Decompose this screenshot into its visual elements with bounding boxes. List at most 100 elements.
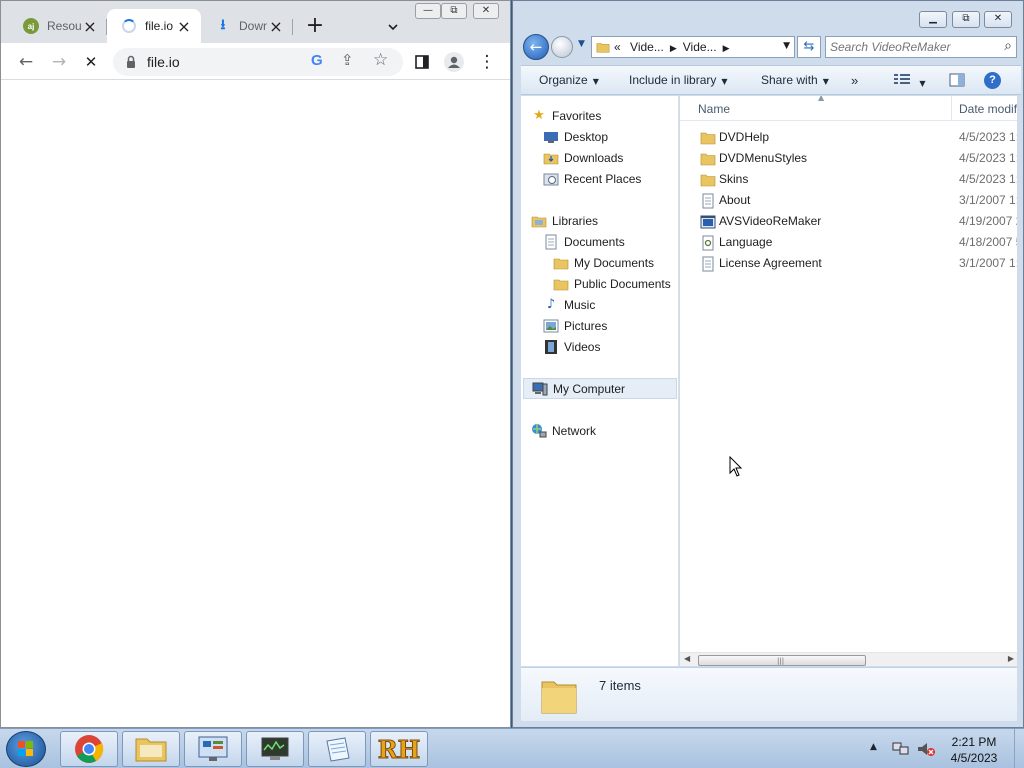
system-clock[interactable]: 2:21 PM 4/5/2023 (942, 734, 1006, 766)
search-icon[interactable]: ⌕ (1004, 38, 1012, 54)
close-tab-icon[interactable]: × (81, 17, 99, 36)
address-row: ← ▼ « Vide... ▶ Vide... ▶ ▼ ⇆ ⌕ (521, 33, 1021, 61)
forward-arrow-icon[interactable] (551, 36, 573, 58)
tab-title: Resou (47, 19, 81, 33)
back-arrow-icon[interactable]: ← (523, 34, 549, 60)
refresh-icon[interactable]: ⇆ (797, 36, 821, 58)
show-desktop-button[interactable] (1014, 729, 1024, 768)
folder-icon (541, 681, 577, 714)
nav-recent-places[interactable]: Recent Places (543, 168, 641, 189)
volume-muted-icon[interactable] (916, 740, 936, 758)
list-item[interactable]: Skins 4/5/2023 1: (680, 169, 1017, 190)
chevron-down-icon[interactable]: ▼ (783, 41, 790, 51)
taskbar-file-explorer[interactable] (122, 731, 180, 767)
network-icon (531, 423, 547, 439)
profile-avatar[interactable] (441, 49, 467, 75)
breadcrumb-overflow[interactable]: « (614, 40, 621, 54)
search-input[interactable] (830, 39, 990, 55)
close-tab-icon[interactable]: × (267, 17, 285, 36)
google-icon[interactable]: G (311, 52, 323, 69)
list-item[interactable]: DVDMenuStyles 4/5/2023 1: (680, 148, 1017, 169)
nav-music[interactable]: ♪ Music (543, 294, 596, 315)
list-item[interactable]: DVDHelp 4/5/2023 1: (680, 127, 1017, 148)
chevron-right-icon[interactable]: ▶ (723, 44, 730, 54)
address-bar[interactable]: file.io G ⇪ ☆ (113, 48, 403, 76)
restore-button[interactable]: ⧉ (952, 11, 980, 28)
taskbar-rh-app[interactable]: RH (370, 731, 428, 767)
bookmark-star-icon[interactable]: ☆ (373, 50, 388, 70)
tab-file-io[interactable]: file.io × (107, 9, 201, 43)
nav-desktop[interactable]: Desktop (543, 126, 608, 147)
list-item[interactable]: About 3/1/2007 1: (680, 190, 1017, 211)
folder-icon (553, 255, 569, 271)
list-item[interactable]: AVSVideoReMaker 4/19/2007 2 (680, 211, 1017, 232)
notepad-icon (326, 737, 350, 762)
date-modified-column-header[interactable]: Date modifi (959, 102, 1017, 116)
scrollbar-thumb[interactable]: ||| (698, 655, 866, 666)
explorer-window: ▁ ⧉ ✕ ← ▼ « Vide... ▶ Vide... ▶ ▼ ⇆ ⌕ Organ… (512, 0, 1024, 728)
chevron-right-icon[interactable]: ▶ (670, 44, 677, 54)
horizontal-scrollbar[interactable]: ◀ ||| ▶ (680, 652, 1017, 666)
close-button[interactable]: ✕ (473, 3, 499, 19)
taskbar-notepad[interactable] (308, 731, 366, 767)
close-button[interactable]: ✕ (984, 11, 1012, 28)
downloads-folder-icon (543, 150, 559, 166)
include-in-library-button[interactable]: Include in library ▼ (629, 73, 728, 87)
nav-documents[interactable]: Documents (543, 231, 625, 252)
back-arrow-icon[interactable]: ← (13, 49, 39, 75)
nav-my-documents[interactable]: My Documents (553, 252, 654, 273)
nav-my-computer[interactable]: My Computer (523, 378, 677, 399)
breadcrumb[interactable]: « Vide... ▶ Vide... ▶ ▼ (591, 36, 795, 58)
close-tab-icon[interactable]: × (175, 17, 193, 36)
start-button[interactable] (6, 731, 46, 767)
scroll-right-icon[interactable]: ▶ (1008, 654, 1014, 663)
share-icon[interactable]: ⇪ (341, 51, 354, 69)
side-panel-icon[interactable] (409, 49, 435, 75)
name-column-header[interactable]: Name (698, 102, 730, 116)
network-status-icon[interactable] (892, 741, 910, 757)
share-with-button[interactable]: Share with ▼ (761, 73, 829, 87)
menu-kebab-icon[interactable]: ⋮ (474, 49, 500, 75)
column-divider[interactable] (951, 96, 952, 121)
nav-libraries[interactable]: Libraries (531, 210, 598, 231)
monitor-icon (261, 737, 289, 760)
list-item[interactable]: License Agreement 3/1/2007 1: (680, 253, 1017, 274)
folder-icon (135, 738, 167, 762)
tab-downloads[interactable]: ⭳ Down × (201, 9, 293, 43)
nav-pictures[interactable]: Pictures (543, 315, 607, 336)
list-item[interactable]: Language 4/18/2007 5 (680, 232, 1017, 253)
taskbar-system-monitor[interactable] (246, 731, 304, 767)
nav-videos[interactable]: Videos (543, 336, 600, 357)
taskbar-chrome[interactable] (60, 731, 118, 767)
nav-favorites[interactable]: ★ Favorites (531, 105, 601, 126)
minimize-button[interactable]: ▁ (919, 11, 947, 28)
tab-resources[interactable]: aj Resou × (9, 9, 107, 43)
forward-arrow-icon[interactable]: → (46, 49, 72, 75)
show-hidden-icons-icon[interactable]: ▲ (870, 742, 877, 752)
nav-public-documents[interactable]: Public Documents (553, 273, 671, 294)
scroll-left-icon[interactable]: ◀ (684, 654, 690, 663)
stop-loading-icon[interactable]: ✕ (78, 49, 104, 75)
folder-icon (553, 276, 569, 292)
nav-network[interactable]: Network (531, 420, 596, 441)
chrome-window: aj Resou × file.io × ⭳ Down × + — ⧉ ✕ ← … (0, 0, 511, 728)
tab-search-button[interactable] (381, 13, 405, 41)
chevron-down-icon (388, 24, 398, 31)
search-box[interactable]: ⌕ (825, 36, 1017, 58)
taskbar-control-panel[interactable] (184, 731, 242, 767)
recent-pages-dropdown-icon[interactable]: ▼ (578, 39, 585, 49)
minimize-button[interactable]: — (415, 3, 441, 19)
videos-icon (543, 339, 559, 355)
change-view-button[interactable]: ▼ (893, 72, 926, 89)
preview-pane-icon[interactable] (949, 73, 965, 90)
breadcrumb-item[interactable]: Vide... (630, 40, 664, 54)
settings-file-icon (702, 235, 714, 251)
nav-downloads[interactable]: Downloads (543, 147, 623, 168)
organize-button[interactable]: Organize ▼ (539, 73, 599, 87)
file-list: ▲ Name Date modifi DVDHelp 4/5/2023 1: D… (680, 96, 1017, 666)
more-commands-button[interactable]: » (851, 73, 858, 88)
breadcrumb-item[interactable]: Vide... (683, 40, 717, 54)
help-icon[interactable]: ? (984, 72, 1001, 89)
restore-button[interactable]: ⧉ (441, 3, 467, 19)
new-tab-button[interactable]: + (301, 13, 329, 41)
